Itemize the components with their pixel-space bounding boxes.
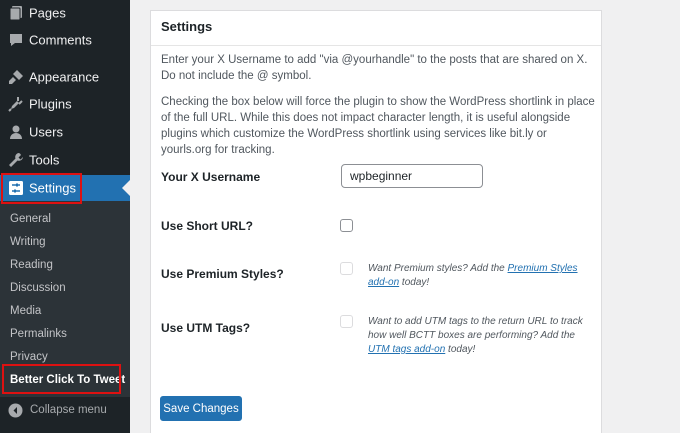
menu-item-plugins[interactable]: Plugins [0,91,130,117]
submenu-privacy[interactable]: Privacy [10,351,48,363]
menu-label-tools: Tools [29,152,60,168]
utm-tags-note: Want to add UTM tags to the return URL t… [368,315,593,357]
username-label: Your X Username [161,170,261,184]
settings-icon [8,180,24,196]
appearance-icon [8,69,24,85]
menu-item-tools[interactable]: Tools [0,147,130,173]
menu-item-pages[interactable]: Pages [0,0,130,26]
tools-icon [8,152,24,168]
collapse-menu-button[interactable]: Collapse menu [0,398,130,424]
premium-styles-note: Want Premium styles? Add the Premium Sty… [368,262,593,290]
menu-label-comments: Comments [29,32,92,48]
utm-note-text: Want to add UTM tags to the return URL t… [368,316,583,341]
premium-note-text: Want Premium styles? Add the [368,263,508,274]
menu-label-appearance: Appearance [29,69,100,85]
premium-styles-label: Use Premium Styles? [161,267,284,281]
submenu-better-click-to-tweet[interactable]: Better Click To Tweet [10,374,125,386]
panel-title: Settings [161,19,213,34]
utm-note-end: today! [445,344,476,355]
premium-styles-checkbox[interactable] [340,262,353,275]
current-menu-arrow [122,180,130,196]
username-description: Enter your X Username to add "via @yourh… [161,54,588,82]
panel-divider [151,45,601,46]
settings-submenu: General Writing Reading Discussion Media… [0,201,130,397]
menu-label-plugins: Plugins [29,96,72,112]
pages-icon [8,5,24,21]
shortlink-description: Checking the box below will force the pl… [161,96,595,156]
submenu-writing[interactable]: Writing [10,236,46,248]
menu-label-pages: Pages [29,5,66,21]
short-url-label: Use Short URL? [161,219,254,233]
users-icon [8,124,24,140]
menu-label-users: Users [29,124,63,140]
comments-icon [8,32,24,48]
utm-tags-label: Use UTM Tags? [161,321,251,335]
submenu-discussion[interactable]: Discussion [10,282,66,294]
collapse-icon [8,403,23,418]
submenu-general[interactable]: General [10,213,51,225]
settings-panel: Settings Enter your X Username to add "v… [150,10,602,433]
premium-note-end: today! [399,277,430,288]
plugins-icon [8,96,24,112]
menu-item-users[interactable]: Users [0,119,130,145]
utm-tags-addon-link[interactable]: UTM tags add-on [368,344,445,355]
utm-tags-checkbox[interactable] [340,315,353,328]
submenu-reading[interactable]: Reading [10,259,53,271]
submenu-media[interactable]: Media [10,305,41,317]
admin-sidebar: Pages Comments Appearance Plugins Users … [0,0,130,433]
menu-label-settings: Settings [29,180,76,196]
save-changes-button[interactable]: Save Changes [160,396,242,421]
menu-item-settings[interactable]: Settings [0,175,130,201]
short-url-checkbox[interactable] [340,219,353,232]
submenu-permalinks[interactable]: Permalinks [10,328,67,340]
menu-item-comments[interactable]: Comments [0,27,130,53]
menu-item-appearance[interactable]: Appearance [0,64,130,90]
username-input[interactable] [341,164,483,188]
collapse-menu-label: Collapse menu [30,404,107,416]
